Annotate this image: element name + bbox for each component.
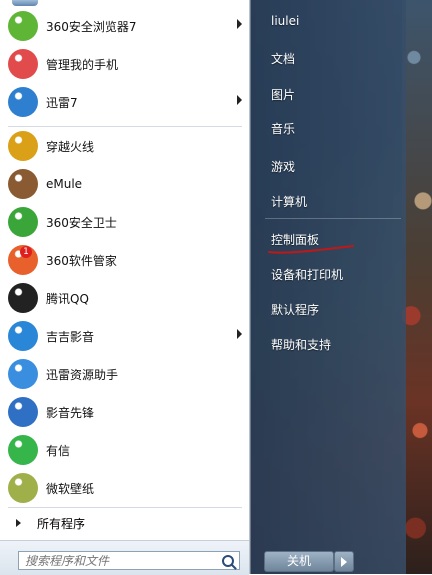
qq-penguin-icon bbox=[8, 283, 38, 313]
submenu-arrow-icon[interactable] bbox=[237, 19, 242, 29]
arrow-right-icon bbox=[341, 557, 347, 567]
jiji-player-icon bbox=[8, 321, 38, 351]
places-separator bbox=[265, 218, 401, 219]
places-item-devices-printers[interactable]: 设备和打印机 bbox=[271, 266, 343, 283]
places-item-pictures[interactable]: 图片 bbox=[271, 86, 295, 103]
phone-manager-icon bbox=[8, 49, 38, 79]
program-label: 迅雷资源助手 bbox=[46, 367, 119, 382]
programs-pane: 360安全浏览器7 管理我的手机 迅雷7 穿越火线 eMule 360安全卫士 1 360软件… bbox=[0, 0, 250, 575]
start-menu: 360安全浏览器7 管理我的手机 迅雷7 穿越火线 eMule 360安全卫士 1 360软件… bbox=[0, 0, 406, 575]
places-item-user-name[interactable]: liulei bbox=[271, 14, 299, 28]
submenu-arrow-icon[interactable] bbox=[237, 95, 242, 105]
all-programs-button[interactable]: 所有程序 bbox=[10, 512, 240, 534]
program-label: 360软件管家 bbox=[46, 253, 117, 268]
youxin-icon bbox=[8, 435, 38, 465]
program-item[interactable]: 360安全浏览器7 bbox=[4, 8, 248, 44]
places-item-help-support[interactable]: 帮助和支持 bbox=[271, 336, 331, 353]
program-label: 360安全卫士 bbox=[46, 215, 117, 230]
program-label: 有信 bbox=[46, 443, 71, 458]
security-360-icon bbox=[8, 207, 38, 237]
program-label: 吉吉影音 bbox=[46, 329, 95, 344]
places-item-documents[interactable]: 文档 bbox=[271, 50, 295, 67]
underline-stroke bbox=[268, 245, 354, 254]
program-label: eMule bbox=[46, 177, 83, 191]
program-label: 穿越火线 bbox=[46, 139, 95, 154]
places-pane: liulei 文档 图片 音乐 游戏 计算机 控制面板 设备和打印机 默认程序 帮助和支持 bbox=[250, 0, 406, 574]
program-item[interactable]: 吉吉影音 bbox=[4, 318, 248, 354]
program-item[interactable]: 影音先锋 bbox=[4, 394, 248, 430]
program-item[interactable]: 360安全卫士 bbox=[4, 204, 248, 240]
programs-separator bbox=[8, 507, 242, 508]
program-item[interactable]: eMule bbox=[4, 166, 248, 202]
control-panel-underline-mark bbox=[268, 245, 354, 254]
shutdown-options-button[interactable] bbox=[334, 551, 354, 572]
program-item[interactable]: 1 360软件管家 bbox=[4, 242, 248, 278]
program-item[interactable]: 微软壁纸 bbox=[4, 470, 248, 506]
program-item[interactable]: 有信 bbox=[4, 432, 248, 468]
search-icon[interactable] bbox=[222, 555, 234, 567]
pinned-icon-partial[interactable] bbox=[12, 0, 38, 6]
all-programs-label: 所有程序 bbox=[37, 516, 86, 531]
places-item-music[interactable]: 音乐 bbox=[271, 120, 295, 137]
arrow-right-icon bbox=[16, 519, 21, 527]
search-input[interactable] bbox=[19, 552, 217, 569]
wallpaper-icon bbox=[8, 473, 38, 503]
update-badge: 1 bbox=[20, 246, 32, 258]
program-label: 腾讯QQ bbox=[46, 291, 89, 306]
crossfire-icon bbox=[8, 131, 38, 161]
program-item[interactable]: 穿越火线 bbox=[4, 128, 248, 164]
pinned-separator bbox=[8, 126, 242, 127]
emule-icon bbox=[8, 169, 38, 199]
xunlei-icon bbox=[8, 87, 38, 117]
program-label: 迅雷7 bbox=[46, 95, 78, 110]
magnifier-icon bbox=[8, 359, 38, 389]
search-box[interactable] bbox=[18, 551, 240, 570]
places-item-default-programs[interactable]: 默认程序 bbox=[271, 301, 319, 318]
wallpaper-rocks bbox=[402, 0, 432, 574]
program-label: 影音先锋 bbox=[46, 405, 95, 420]
program-item[interactable]: 管理我的手机 bbox=[4, 46, 248, 82]
submenu-arrow-icon[interactable] bbox=[237, 329, 242, 339]
program-item[interactable]: 腾讯QQ bbox=[4, 280, 248, 316]
program-label: 管理我的手机 bbox=[46, 57, 119, 72]
program-label: 360安全浏览器7 bbox=[46, 19, 137, 34]
program-item[interactable]: 迅雷7 bbox=[4, 84, 248, 120]
program-item[interactable]: 迅雷资源助手 bbox=[4, 356, 248, 392]
xfplay-icon bbox=[8, 397, 38, 427]
places-item-computer[interactable]: 计算机 bbox=[271, 193, 307, 210]
program-label: 微软壁纸 bbox=[46, 481, 95, 496]
browser-360-icon bbox=[8, 11, 38, 41]
places-item-games[interactable]: 游戏 bbox=[271, 158, 295, 175]
shutdown-button[interactable]: 关机 bbox=[264, 551, 334, 572]
